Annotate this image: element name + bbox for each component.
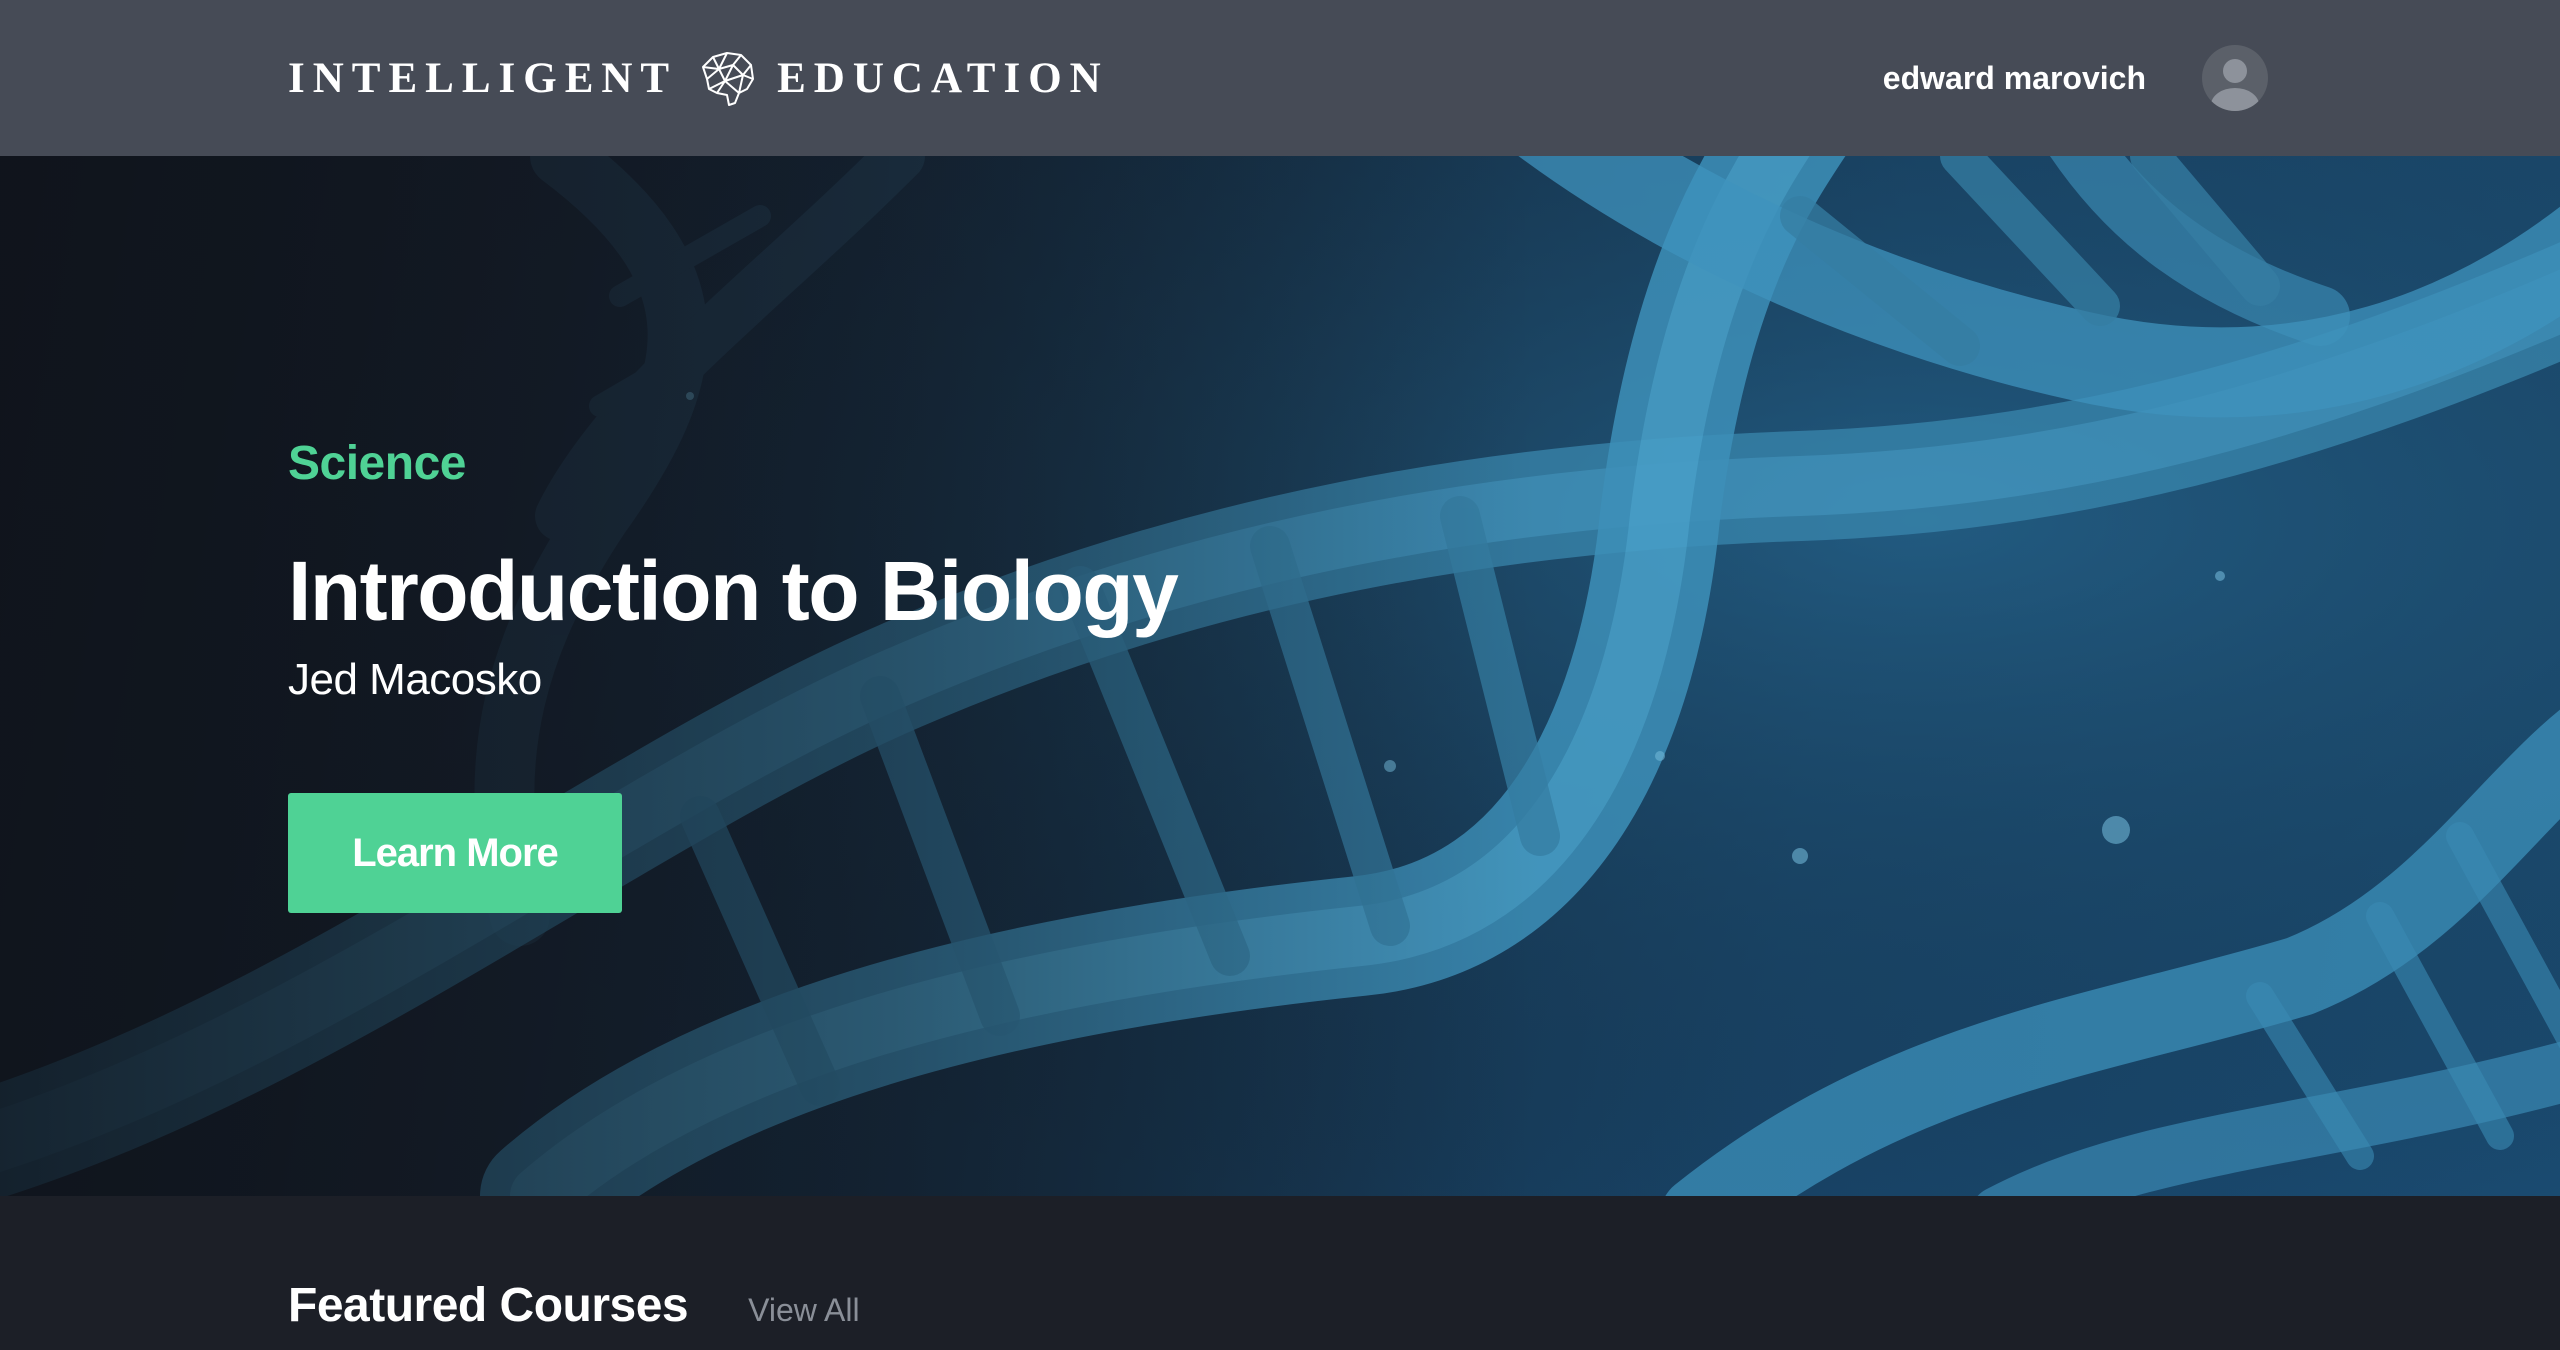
logo-text-education: EDUCATION	[777, 54, 1109, 102]
user-name[interactable]: edward marovich	[1883, 60, 2146, 97]
person-silhouette-icon	[2211, 59, 2259, 111]
featured-courses-section: Featured Courses View All	[0, 1196, 2560, 1350]
user-menu[interactable]: edward marovich	[1883, 45, 2268, 111]
view-all-link[interactable]: View All	[748, 1292, 859, 1329]
learn-more-button[interactable]: Learn More	[288, 793, 622, 913]
brain-icon	[702, 52, 755, 106]
logo-text-intelligent: INTELLIGENT	[288, 54, 678, 102]
course-instructor: Jed Macosko	[288, 655, 542, 704]
user-avatar-icon[interactable]	[2202, 45, 2268, 111]
site-logo[interactable]: INTELLIGENT EDUCATION	[288, 49, 1109, 107]
hero-banner: Science Introduction to Biology Jed Maco…	[0, 156, 2560, 1196]
hero-content: Science Introduction to Biology Jed Maco…	[288, 436, 1179, 913]
course-category: Science	[288, 437, 466, 490]
featured-courses-header: Featured Courses View All	[288, 1278, 860, 1333]
course-title: Introduction to Biology	[288, 544, 1179, 638]
top-navbar: INTELLIGENT EDUCATION edward marovich	[0, 0, 2560, 156]
featured-courses-title: Featured Courses	[288, 1279, 689, 1332]
